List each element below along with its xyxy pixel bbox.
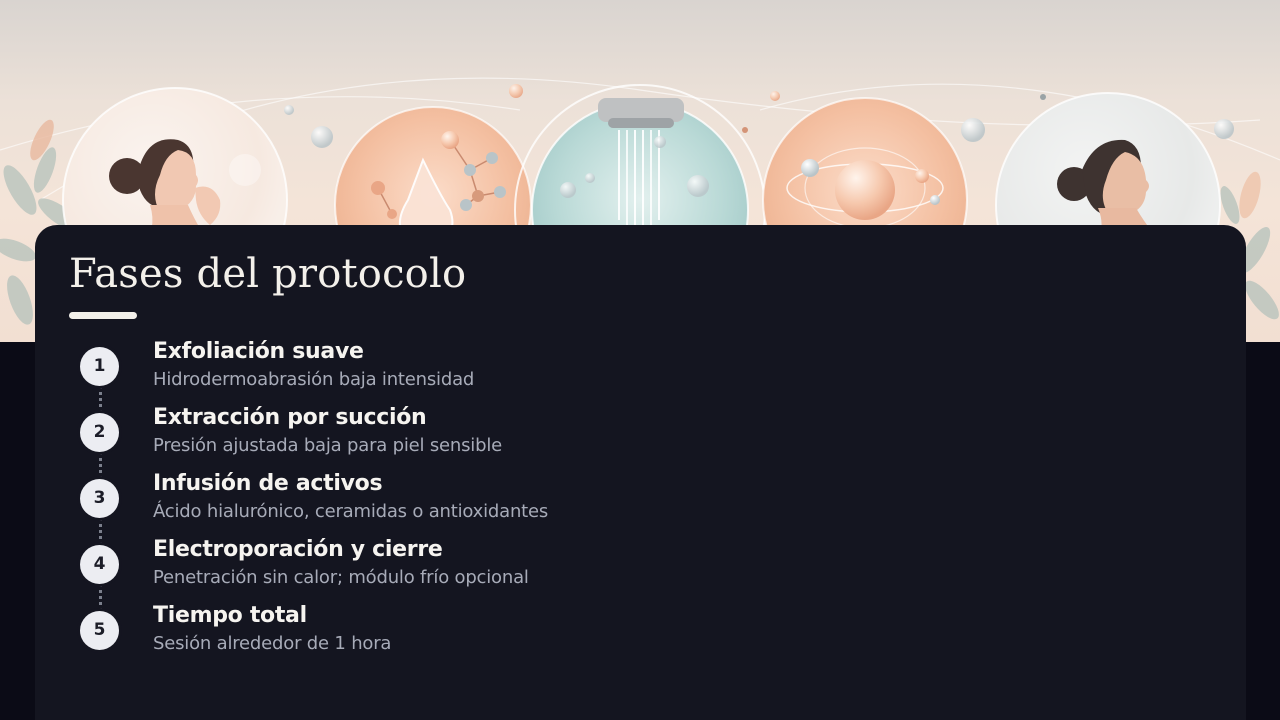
content-card: Fases del protocolo 1 Exfoliación suave … [35, 225, 1246, 720]
step-description: Hidrodermoabrasión baja intensidad [153, 369, 475, 390]
step-number-badge: 3 [80, 479, 119, 518]
step-description: Penetración sin calor; módulo frío opcio… [153, 567, 529, 588]
step-item: 5 Tiempo total Sesión alrededor de 1 hor… [79, 601, 959, 663]
step-description: Ácido hialurónico, ceramidas o antioxida… [153, 501, 549, 522]
page-title: Fases del protocolo [69, 251, 467, 297]
step-item: 1 Exfoliación suave Hidrodermoabrasión b… [79, 337, 959, 399]
step-description: Sesión alrededor de 1 hora [153, 633, 392, 654]
step-item: 4 Electroporación y cierre Penetración s… [79, 535, 959, 597]
step-title: Infusión de activos [153, 471, 383, 496]
step-number-badge: 1 [80, 347, 119, 386]
step-number-badge: 2 [80, 413, 119, 452]
step-title: Tiempo total [153, 603, 307, 628]
step-number-badge: 5 [80, 611, 119, 650]
step-item: 3 Infusión de activos Ácido hialurónico,… [79, 469, 959, 531]
title-underline [69, 312, 137, 319]
step-number-badge: 4 [80, 545, 119, 584]
step-description: Presión ajustada baja para piel sensible [153, 435, 503, 456]
step-title: Exfoliación suave [153, 339, 364, 364]
step-title: Extracción por succión [153, 405, 427, 430]
step-item: 2 Extracción por succión Presión ajustad… [79, 403, 959, 465]
step-title: Electroporación y cierre [153, 537, 443, 562]
protocol-steps-list: 1 Exfoliación suave Hidrodermoabrasión b… [79, 337, 979, 657]
